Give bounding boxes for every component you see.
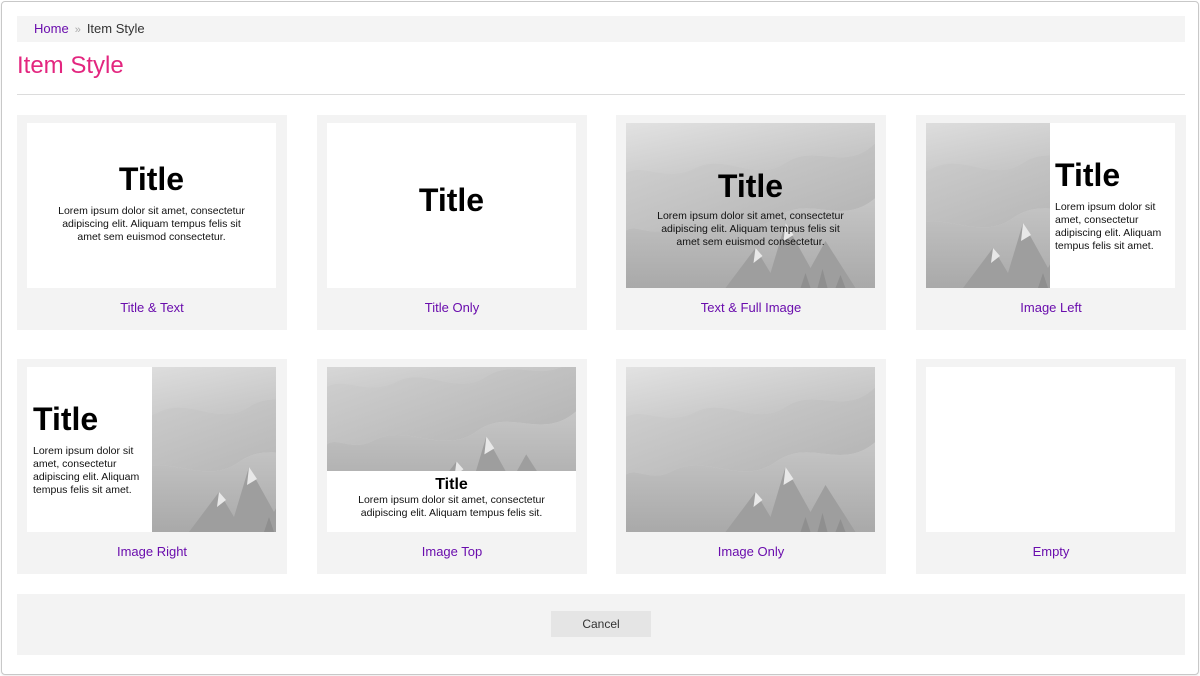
style-label: Title & Text (120, 300, 184, 315)
style-preview: Title Lorem ipsum dolor sit amet, consec… (27, 123, 276, 288)
preview-title: Title (118, 161, 185, 197)
title-divider (17, 94, 1185, 95)
cancel-button[interactable]: Cancel (551, 611, 651, 637)
preview-title: Title (418, 182, 485, 218)
preview-title: Title (717, 168, 784, 204)
style-label: Image Right (116, 544, 188, 559)
style-preview: Title Lorem ipsum dolor sit amet, consec… (626, 123, 875, 288)
style-preview: Title (327, 123, 576, 288)
style-card-image-only[interactable]: Image Only (616, 359, 886, 574)
style-preview: Title Lorem ipsum dolor sit amet, consec… (27, 367, 276, 532)
style-card-title-text[interactable]: Title Lorem ipsum dolor sit amet, consec… (17, 115, 287, 330)
style-preview (626, 367, 875, 532)
style-card-text-full-image[interactable]: Title Lorem ipsum dolor sit amet, consec… (616, 115, 886, 330)
style-card-image-right[interactable]: Title Lorem ipsum dolor sit amet, consec… (17, 359, 287, 574)
style-label: Text & Full Image (700, 300, 802, 315)
style-card-image-top[interactable]: Title Lorem ipsum dolor sit amet, consec… (317, 359, 587, 574)
breadcrumb: Home » Item Style (17, 16, 1185, 42)
preview-text: Lorem ipsum dolor sit amet, consectetur … (358, 494, 545, 519)
landscape-image (152, 367, 276, 532)
style-label: Image Left (1020, 300, 1082, 315)
style-label: Image Only (717, 544, 785, 559)
style-card-image-left[interactable]: Title Lorem ipsum dolor sit amet, consec… (916, 115, 1186, 330)
breadcrumb-home-link[interactable]: Home (34, 21, 69, 36)
landscape-image (926, 123, 1050, 288)
breadcrumb-separator: » (74, 24, 81, 36)
style-card-empty[interactable]: Empty (916, 359, 1186, 574)
footer-bar: Cancel (17, 594, 1185, 655)
page-title: Item Style (17, 52, 124, 79)
preview-title: Title (435, 476, 468, 493)
preview-text: Lorem ipsum dolor sit amet, consectetur … (1055, 201, 1162, 252)
preview-text: Lorem ipsum dolor sit amet, consectetur … (657, 210, 844, 248)
preview-title: Title (33, 401, 99, 437)
style-card-title-only[interactable]: Title Title Only (317, 115, 587, 330)
preview-text: Lorem ipsum dolor sit amet, consectetur … (33, 445, 140, 496)
landscape-image (626, 123, 875, 288)
preview-title: Title (1055, 157, 1121, 193)
landscape-image (626, 367, 875, 532)
style-label: Title Only (424, 300, 480, 315)
style-preview (926, 367, 1175, 532)
style-preview: Title Lorem ipsum dolor sit amet, consec… (327, 367, 576, 532)
style-label: Image Top (421, 544, 483, 559)
style-preview: Title Lorem ipsum dolor sit amet, consec… (926, 123, 1175, 288)
breadcrumb-current: Item Style (86, 21, 145, 36)
landscape-image (327, 367, 576, 471)
style-label: Empty (1032, 544, 1070, 559)
preview-text: Lorem ipsum dolor sit amet, consectetur … (58, 205, 245, 243)
